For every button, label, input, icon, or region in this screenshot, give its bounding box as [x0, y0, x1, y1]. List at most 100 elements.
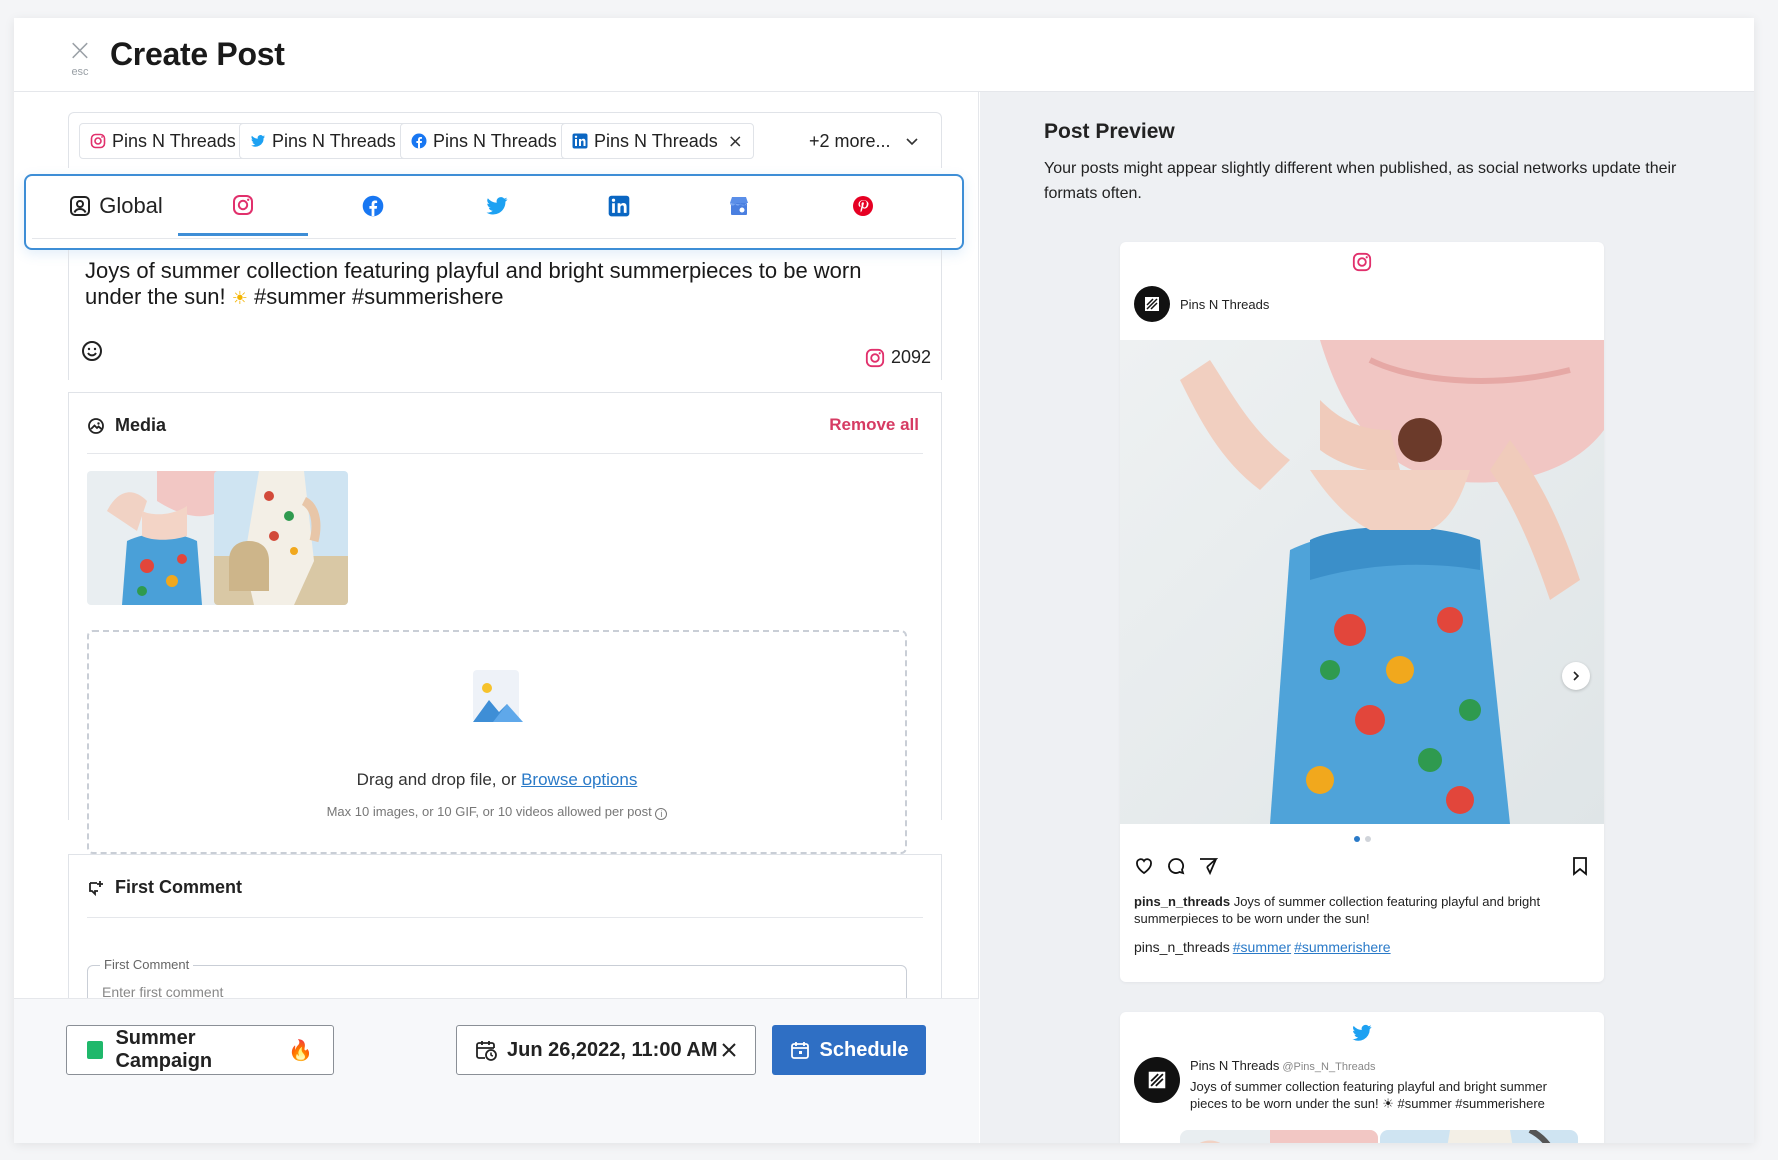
media-thumbnail-image: [87, 471, 221, 605]
brand-logo-icon: [1145, 297, 1159, 311]
fire-emoji: 🔥: [288, 1039, 313, 1062]
sun-emoji: ☀: [231, 288, 248, 308]
tab-google-business[interactable]: [674, 176, 804, 236]
twitter-profile: Pins N Threads @Pins_N_Threads Joys of su…: [1134, 1057, 1580, 1112]
preview-description: Your posts might appear slightly differe…: [1044, 160, 1677, 202]
comment-icon[interactable]: [1166, 856, 1186, 876]
remove-all-button[interactable]: Remove all: [829, 415, 919, 435]
carousel-dot-active: [1353, 836, 1360, 842]
carousel-dot: [1364, 836, 1371, 842]
instagram-post-image: [1120, 340, 1604, 824]
tweet-body: Pins N Threads @Pins_N_Threads Joys of su…: [1190, 1057, 1580, 1112]
instagram-actions: [1134, 856, 1590, 882]
smiley-icon: [82, 341, 102, 361]
share-icon[interactable]: [1198, 856, 1218, 876]
media-thumbnail-image: [214, 471, 348, 605]
tweet-image-2: [1380, 1130, 1578, 1143]
calendar-icon: [790, 1042, 809, 1059]
tweet-name: Pins N Threads: [1190, 1058, 1280, 1073]
first-comment-header: First Comment: [87, 877, 242, 898]
first-comment-label: First Comment: [100, 957, 194, 972]
first-comment-title: First Comment: [115, 877, 243, 897]
post-editor[interactable]: Joys of summer collection featuring play…: [68, 250, 942, 380]
avatar: [1134, 1057, 1180, 1103]
tab-global[interactable]: Global: [56, 176, 176, 236]
more-accounts-dropdown[interactable]: +2 more...: [809, 123, 919, 159]
image-upload-icon: [473, 670, 523, 722]
character-count: 2092: [865, 347, 931, 368]
tab-global-label: Global: [99, 193, 163, 218]
account-chip-label: Pins N Threads: [594, 130, 718, 151]
editor-pane: Pins N Threads × Pins N Threads × Pins N…: [14, 92, 979, 1143]
media-section: Media Remove all Drag and drop file, or …: [68, 392, 942, 854]
instagram-icon: [233, 194, 253, 215]
tags-user: pins_n_threads: [1134, 939, 1230, 955]
profile-name: Pins N Threads: [1180, 296, 1270, 312]
chevron-down-icon: [905, 138, 918, 146]
brand-logo-icon: [1148, 1071, 1166, 1089]
linkedin-icon: [572, 133, 588, 149]
tab-twitter[interactable]: [432, 176, 562, 236]
browse-options-link[interactable]: Browse options: [521, 770, 637, 789]
drop-limits: Max 10 images, or 10 GIF, or 10 videos a…: [89, 804, 905, 820]
twitter-preview-card: Pins N Threads @Pins_N_Threads Joys of su…: [1120, 1012, 1604, 1143]
heart-icon[interactable]: [1134, 856, 1154, 876]
clear-datetime-icon[interactable]: [721, 1042, 737, 1058]
media-thumbnail-1[interactable]: [87, 471, 221, 605]
carousel-indicator: [1120, 836, 1604, 842]
post-text-part: #summer #summerishere: [247, 284, 504, 309]
emoji-picker-button[interactable]: [81, 340, 103, 367]
hashtag-link[interactable]: #summerishere: [1294, 939, 1390, 955]
schedule-datetime-picker[interactable]: Jun 26,2022, 11:00 AM: [456, 1025, 756, 1075]
tweet-handle: @Pins_N_Threads: [1282, 1061, 1376, 1073]
instagram-profile: Pins N Threads: [1134, 286, 1269, 322]
esc-hint: esc: [71, 66, 89, 78]
media-thumbnail-2[interactable]: [214, 471, 348, 605]
schedule-datetime-value: Jun 26,2022, 11:00 AM: [507, 1038, 718, 1061]
media-dropzone[interactable]: Drag and drop file, or Browse options Ma…: [87, 630, 907, 854]
tab-instagram[interactable]: [178, 176, 308, 236]
facebook-icon: [362, 195, 384, 217]
linkedin-icon: [608, 195, 630, 217]
avatar: [1134, 286, 1170, 322]
account-chip-label: Pins N Threads: [433, 130, 557, 151]
bookmark-icon[interactable]: [1570, 856, 1590, 876]
tweet-photo: [1380, 1130, 1578, 1143]
create-post-window: × esc Create Post Pins N Threads × Pins …: [14, 18, 1754, 1143]
drop-text: Drag and drop file, or: [356, 770, 522, 789]
instagram-icon: [1352, 252, 1372, 272]
schedule-button[interactable]: Schedule: [772, 1025, 926, 1075]
tab-linkedin[interactable]: [554, 176, 684, 236]
more-accounts-label: +2 more...: [809, 130, 891, 151]
clock-calendar-icon: [476, 1041, 497, 1061]
instagram-caption: pins_n_threads Joys of summer collection…: [1134, 893, 1584, 927]
google-business-icon: [730, 197, 748, 215]
tweet-text: Joys of summer collection featuring play…: [1190, 1079, 1547, 1111]
tabs-divider: [32, 238, 956, 239]
tweet-image-1: [1180, 1130, 1378, 1143]
account-chip-linkedin[interactable]: Pins N Threads ×: [561, 123, 754, 159]
account-chip-label: Pins N Threads: [272, 130, 396, 151]
network-tabs: Global: [24, 174, 964, 250]
twitter-icon: [1352, 1024, 1372, 1041]
hashtag-link[interactable]: #summer: [1233, 939, 1291, 955]
twitter-icon: [251, 135, 265, 147]
preview-pane: Post Preview Your posts might appear sli…: [980, 92, 1754, 1143]
close-button[interactable]: × esc: [52, 36, 108, 80]
remove-chip-icon[interactable]: ×: [728, 131, 743, 152]
media-title: Media: [115, 415, 167, 435]
tab-pinterest[interactable]: [798, 176, 928, 236]
card-platform: [1120, 1022, 1604, 1049]
drop-instructions: Drag and drop file, or Browse options: [89, 770, 905, 790]
account-selector[interactable]: Pins N Threads × Pins N Threads × Pins N…: [68, 112, 942, 168]
instagram-tags: pins_n_threads #summer #summerishere: [1134, 939, 1391, 955]
close-icon: ×: [67, 33, 93, 68]
campaign-color-swatch: [87, 1041, 104, 1059]
next-image-button[interactable]: [1562, 662, 1590, 690]
post-text[interactable]: Joys of summer collection featuring play…: [85, 258, 885, 311]
campaign-selector[interactable]: Summer Campaign 🔥: [66, 1025, 334, 1075]
divider: [87, 917, 923, 918]
instagram-icon: [865, 348, 885, 367]
info-icon[interactable]: i: [655, 808, 668, 820]
tab-facebook[interactable]: [308, 176, 438, 236]
